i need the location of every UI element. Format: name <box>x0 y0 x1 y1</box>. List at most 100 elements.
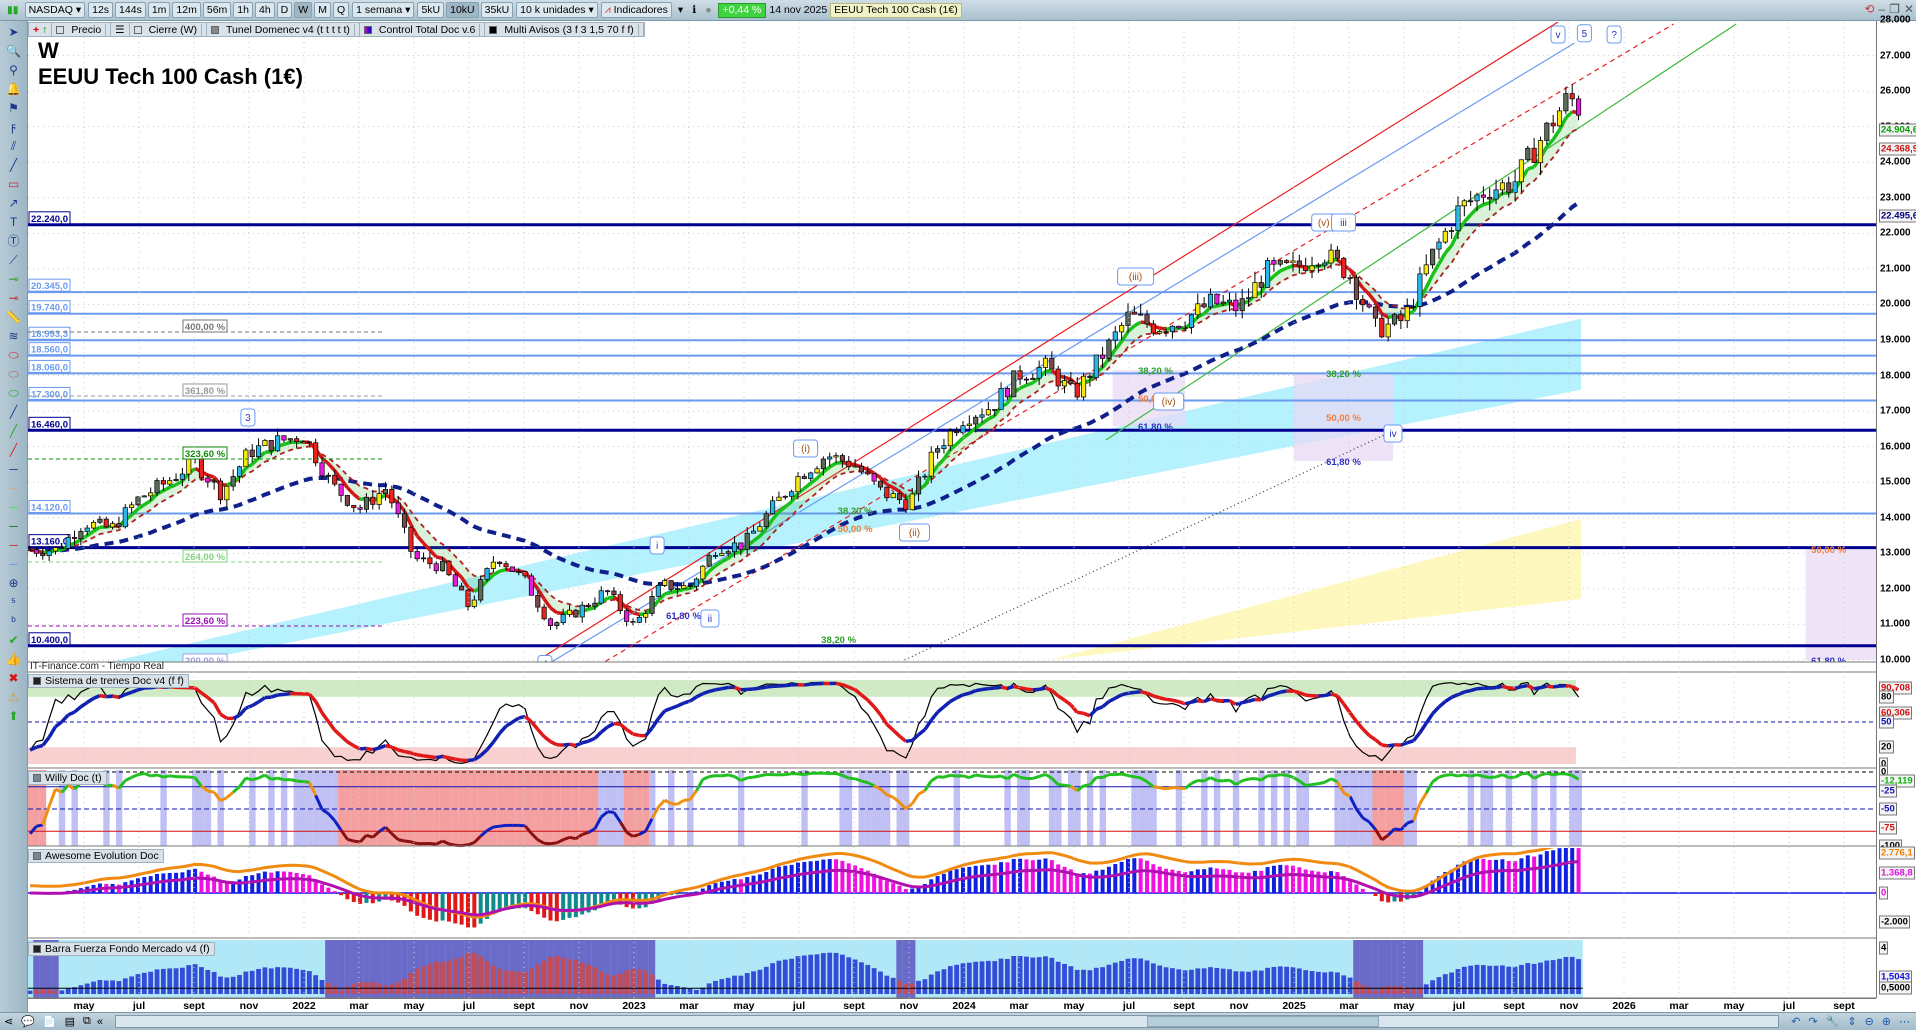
check-icon[interactable]: ✔ <box>3 633 25 649</box>
willy-segment <box>289 778 297 783</box>
candle-body <box>497 561 503 564</box>
interval-12s[interactable]: 12s <box>88 2 114 18</box>
zoom-out-icon[interactable]: ⊖ <box>1865 1015 1874 1028</box>
ellipse-brown-icon[interactable]: ⬭ <box>3 367 25 383</box>
indicators-dropdown[interactable]: ▾ <box>675 2 686 18</box>
interval-1m[interactable]: 1m <box>147 2 171 18</box>
line-green-icon[interactable]: ╱ <box>3 424 25 440</box>
abc-count-icon[interactable]: ᵇ <box>3 614 25 630</box>
candle <box>814 466 820 474</box>
add-indicator-icon[interactable]: ↑ <box>42 24 47 36</box>
chart-canvas[interactable]: 22.240,0 20.345,0 19.740,0 18.993,3 18.560,0… <box>0 0 1916 1030</box>
willy-stripe <box>839 770 846 846</box>
unit-35kU[interactable]: 35kU <box>480 2 514 18</box>
ray-red-icon[interactable]: ⊸ <box>3 291 25 307</box>
text-icon[interactable]: T <box>3 215 25 231</box>
legend-item-tunel[interactable]: Tunel Domenec v4 (t t t t t) <box>207 23 360 36</box>
symbol-select[interactable]: NASDAQ ▾ <box>24 2 86 18</box>
redo-icon[interactable]: ↷ <box>1808 1015 1817 1028</box>
line-icon[interactable]: ╱ <box>3 158 25 174</box>
more-icon[interactable]: ⋯ <box>1899 1015 1910 1028</box>
ruler-icon[interactable]: 📏 <box>3 310 25 326</box>
interval-M[interactable]: M <box>314 2 331 18</box>
pane-title-awesome[interactable]: Awesome Evolution Doc <box>28 849 164 863</box>
scrollbar-thumb[interactable] <box>1146 1016 1380 1027</box>
settings-icon[interactable]: 🔧 <box>1826 1015 1840 1028</box>
willy-segment <box>981 774 989 779</box>
info-icon[interactable]: ℹ <box>689 2 699 18</box>
line-lime-icon[interactable]: ─ <box>3 500 25 516</box>
scroll-left-fast-icon[interactable]: « <box>97 1016 103 1028</box>
line-blue-icon[interactable]: ─ <box>3 557 25 573</box>
interval-12m[interactable]: 12m <box>172 2 201 18</box>
area-icon[interactable]: ≋ <box>3 329 25 345</box>
autoscale-icon[interactable]: ⇕ <box>1847 1015 1856 1028</box>
interval-4h[interactable]: 4h <box>254 2 275 18</box>
legend-item-control[interactable]: Control Total Doc v.6 <box>360 23 486 36</box>
rectangle-icon[interactable]: ▭ <box>3 177 25 193</box>
slow-train-segment <box>670 704 679 710</box>
text-bubble-icon[interactable]: Ⓣ <box>3 234 25 250</box>
interval-D[interactable]: D <box>276 2 293 18</box>
strategy-icon[interactable]: ▤ <box>65 1015 75 1028</box>
candle-body <box>1144 314 1150 325</box>
arrow-icon[interactable]: ↗ <box>3 196 25 212</box>
alert-icon[interactable]: ⚑ <box>3 101 25 117</box>
circle-target-icon[interactable]: ⊕ <box>3 576 25 592</box>
date-axis[interactable]: may jul sept nov 2022 mar may jul sept nov 2023 mar… <box>28 998 1876 1012</box>
zoom-in-icon[interactable]: ⊕ <box>1882 1015 1891 1028</box>
unit-5kU[interactable]: 5kU <box>417 2 445 18</box>
zoom-icon[interactable]: 🔍 <box>3 44 25 60</box>
line-darkgreen-icon[interactable]: ─ <box>3 519 25 535</box>
willy-segment <box>47 788 57 807</box>
compare-icon[interactable]: ⧉ <box>83 1015 91 1028</box>
interval-56m[interactable]: 56m <box>202 2 232 18</box>
bell-icon[interactable]: 🔔 <box>3 82 25 98</box>
horizontal-scrollbar[interactable] <box>115 1015 1780 1028</box>
refresh-icon[interactable]: ⟲ <box>1864 2 1874 16</box>
legend-item-close[interactable]: Cierre (W) <box>130 23 207 36</box>
pane-title-sistema[interactable]: Sistema de trenes Doc v4 (f f) <box>28 674 189 688</box>
fib-label-text: 50,00 % <box>838 524 873 535</box>
indicators-button[interactable]: ⩘ Indicadores <box>600 2 672 18</box>
period-select[interactable]: 1 semana ▾ <box>352 2 415 18</box>
willy-segment <box>1241 777 1249 783</box>
fibonacci-icon[interactable]: ϝ <box>3 120 25 136</box>
warning-icon[interactable]: ⚠ <box>3 690 25 706</box>
legend-item-avisos[interactable]: Multi Avisos (3 f 3 1,5 70 f f) <box>485 23 644 36</box>
line-dark-icon[interactable]: ─ <box>3 462 25 478</box>
line-black-icon[interactable]: ╱ <box>3 405 25 421</box>
cursor-icon[interactable]: ➤ <box>3 25 25 41</box>
legend-list-icon[interactable]: ☰ <box>111 23 130 36</box>
interval-1h[interactable]: 1h <box>233 2 253 18</box>
ellipse-green-icon[interactable]: ⬭ <box>3 386 25 402</box>
segment-icon[interactable]: ⟋ <box>3 253 25 269</box>
line-salmon-icon[interactable]: ─ <box>3 481 25 497</box>
interval-W[interactable]: W <box>294 2 313 18</box>
line-red2-icon[interactable]: ─ <box>3 538 25 554</box>
unit-10kU[interactable]: 10kU <box>446 2 479 18</box>
share-icon[interactable]: ⋖ <box>4 1015 13 1028</box>
price-axis[interactable]: 10.000 11.000 12.000 13.000 14.000 15.000 16.0… <box>1876 15 1916 998</box>
interval-144s[interactable]: 144s <box>115 2 146 18</box>
ellipse-red-icon[interactable]: ⬭ <box>3 348 25 364</box>
chat-icon[interactable]: 💬 <box>21 1015 35 1028</box>
line-red-icon[interactable]: ╱ <box>3 443 25 459</box>
ray-green-icon[interactable]: ⊸ <box>3 272 25 288</box>
report-icon[interactable]: 📄 <box>43 1015 57 1028</box>
candle-body <box>135 496 141 506</box>
pane-title-barra[interactable]: Barra Fuerza Fondo Mercado v4 (f) <box>28 942 215 956</box>
cross-icon[interactable]: ✖ <box>3 671 25 687</box>
interval-Q[interactable]: Q <box>332 2 350 18</box>
thumbs-up-icon[interactable]: 👍 <box>3 652 25 668</box>
units-select[interactable]: 10 k unidades ▾ <box>516 2 598 18</box>
wave-count-icon[interactable]: ⁵ <box>3 595 25 611</box>
pane-title-willy[interactable]: Willy Doc (t) <box>28 771 107 785</box>
channel-icon[interactable]: ⫽ <box>3 139 25 155</box>
arrow-up-icon[interactable]: ⬆ <box>3 709 25 725</box>
undo-icon[interactable]: ↶ <box>1791 1015 1800 1028</box>
magnifier-icon[interactable]: ⚲ <box>3 63 25 79</box>
remove-indicator-icon[interactable]: + <box>33 24 39 36</box>
chart-type-icon[interactable]: ▮▮ <box>4 2 22 18</box>
legend-item-price[interactable]: Precio <box>52 23 112 36</box>
